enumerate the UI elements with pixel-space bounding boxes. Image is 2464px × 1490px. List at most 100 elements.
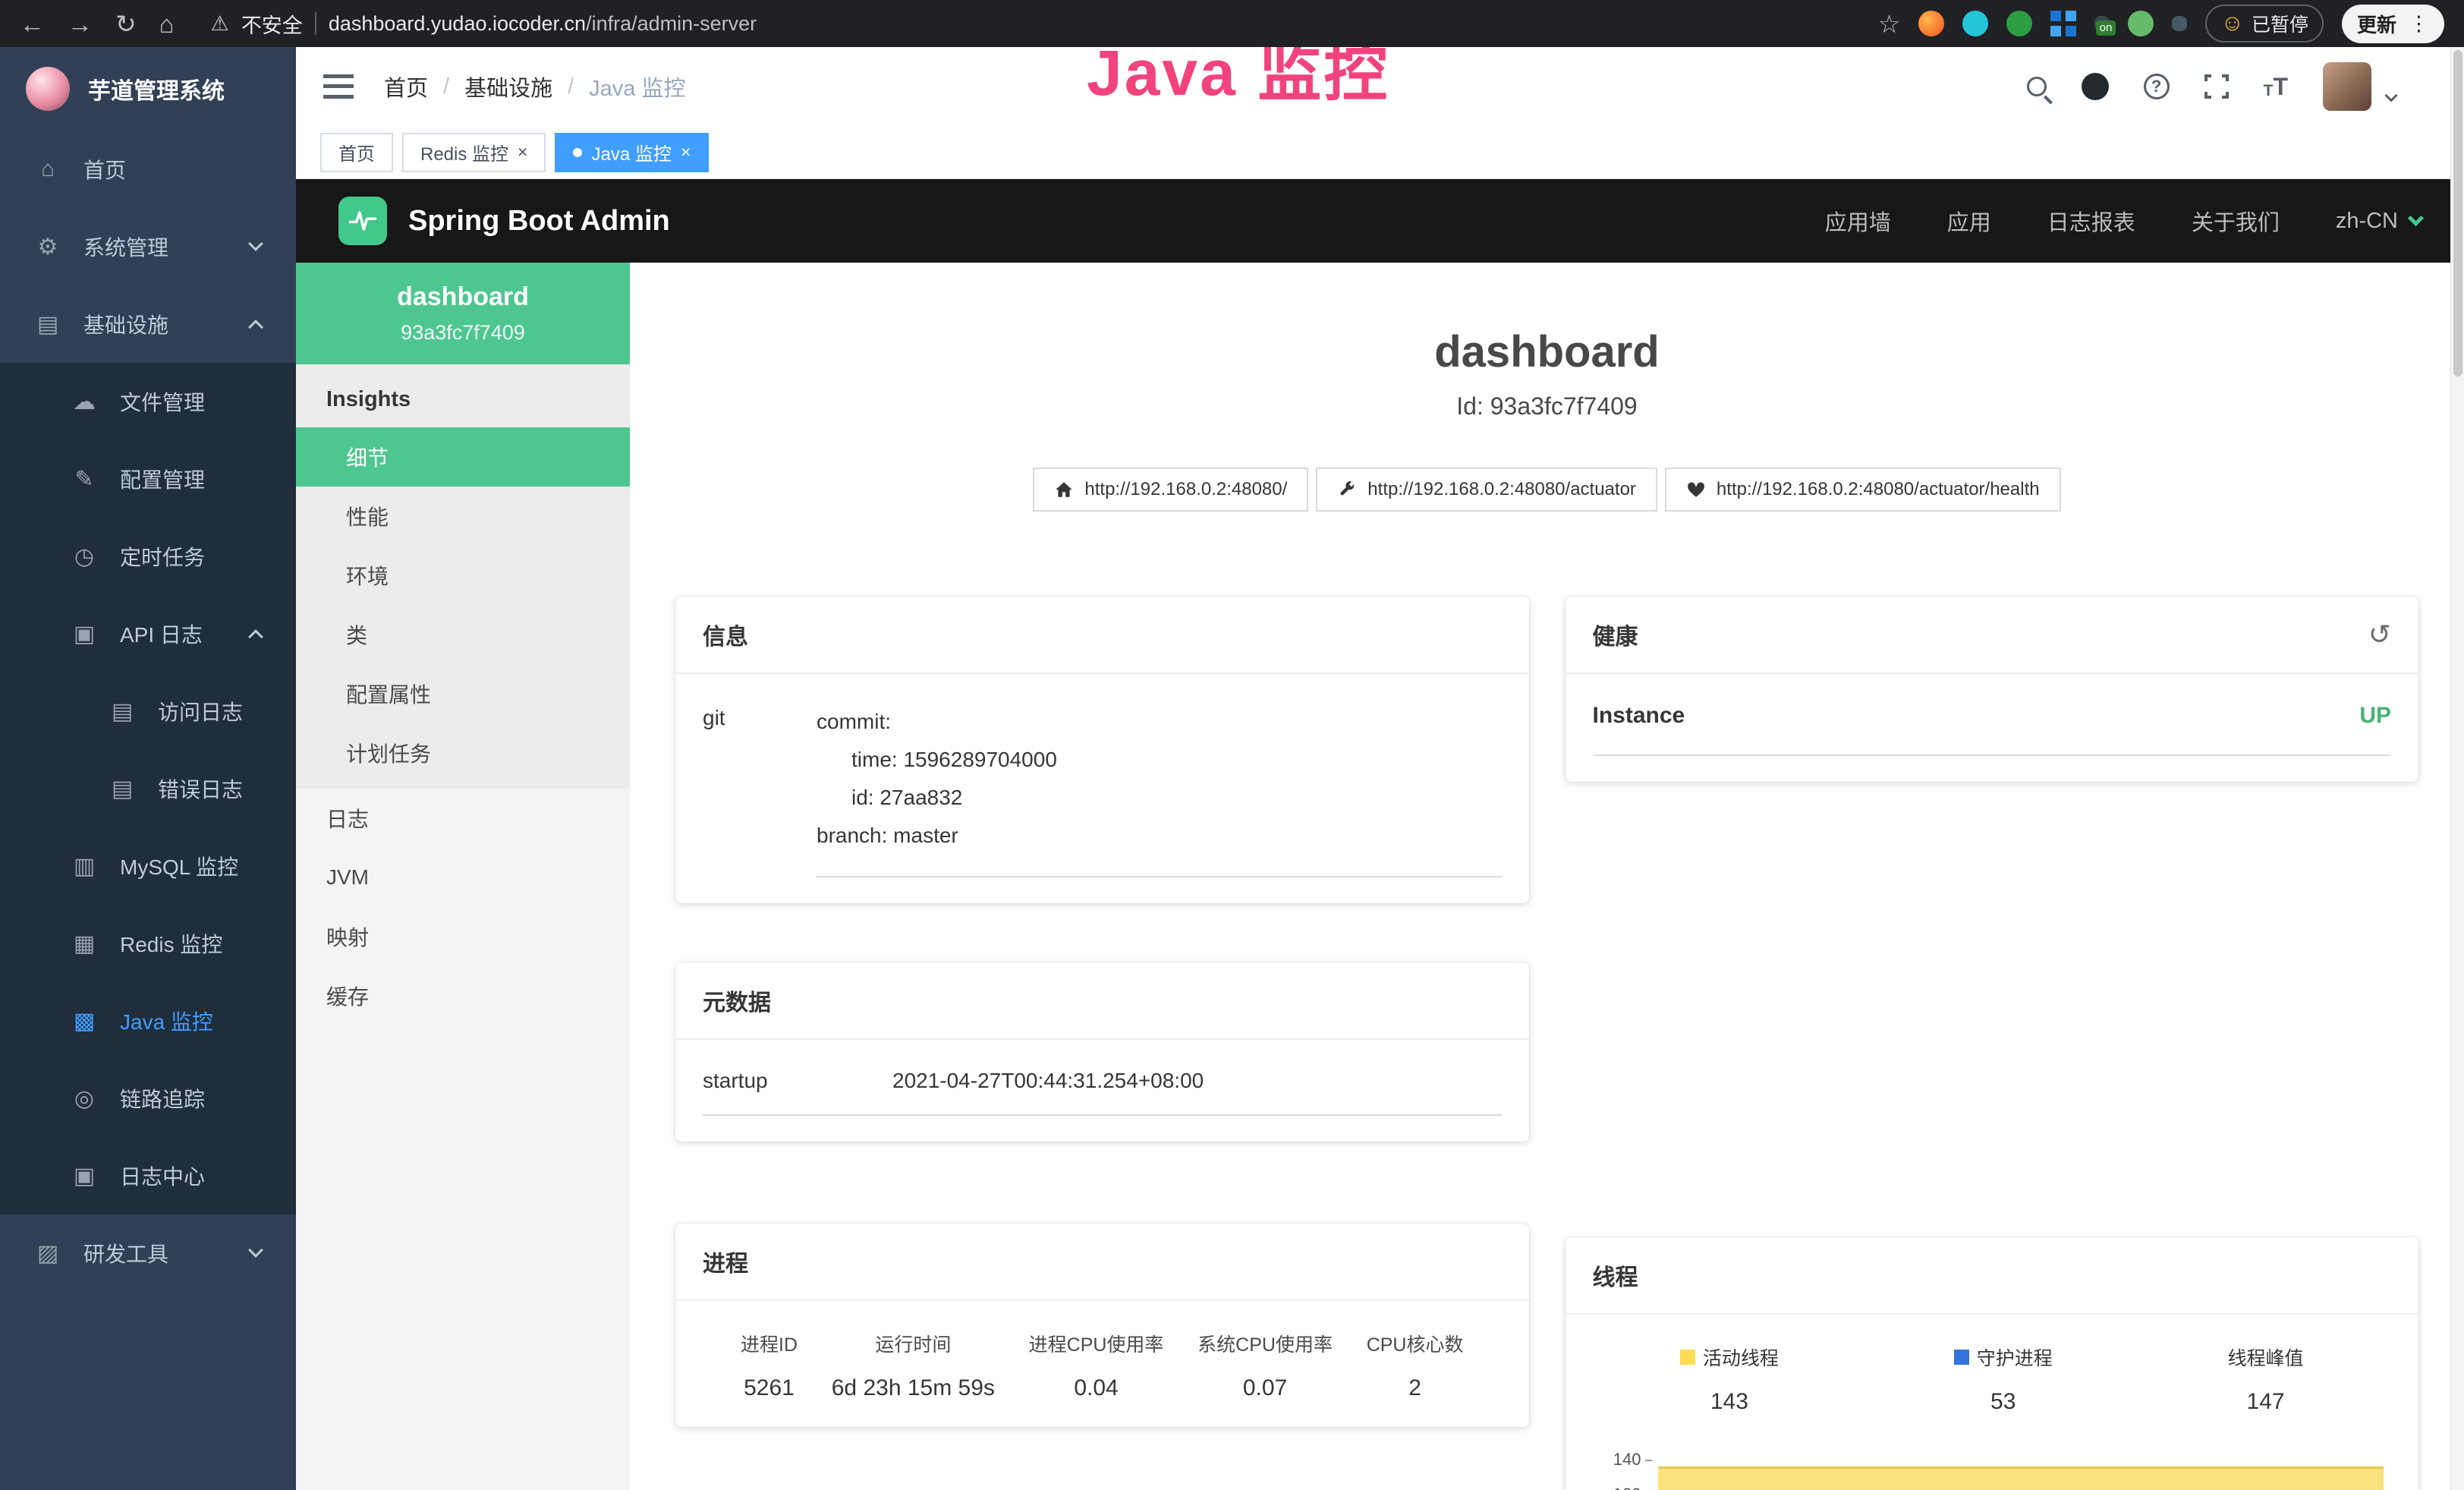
sba-nav-journal[interactable]: 日志报表 <box>2047 205 2135 237</box>
tab-redis-monitor[interactable]: Redis 监控 × <box>402 133 546 172</box>
tab-close-icon[interactable]: × <box>681 142 691 162</box>
sidebar-item-config-mgmt[interactable]: ✎ 配置管理 <box>0 440 296 518</box>
sba-nav-about[interactable]: 关于我们 <box>2192 205 2280 237</box>
extension-dark-on-icon[interactable]: on <box>2094 16 2110 31</box>
sidebar-item-home[interactable]: ⌂ 首页 <box>0 131 296 208</box>
tab-label: Java 监控 <box>591 139 671 165</box>
bookmark-star-icon[interactable]: ☆ <box>1878 11 1901 36</box>
sba-nav-wallboard[interactable]: 应用墙 <box>1825 205 1891 237</box>
error-log-icon: ▤ <box>108 776 137 802</box>
extension-puppet-icon[interactable] <box>2172 16 2187 31</box>
update-button[interactable]: 更新 ⋮ <box>2342 5 2444 43</box>
sidebar-item-mysql-monitor[interactable]: ▥ MySQL 监控 <box>0 827 296 905</box>
back-icon[interactable]: ← <box>20 11 45 36</box>
sidebar-item-label: 日志中心 <box>120 1161 205 1191</box>
sidebar-item-infrastructure[interactable]: ▤ 基础设施 <box>0 285 296 363</box>
app-logo[interactable]: 芋道管理系统 <box>0 47 296 131</box>
extension-grid-icon[interactable] <box>2050 11 2076 36</box>
health-link[interactable]: http://192.168.0.2:48080/actuator/health <box>1665 468 2061 512</box>
sidebar-item-log-center[interactable]: ▣ 日志中心 <box>0 1137 296 1214</box>
help-icon[interactable]: ? <box>2144 74 2170 99</box>
insights-group: Insights 细节 性能 环境 类 配置属性 计划任务 <box>296 364 630 789</box>
actuator-link[interactable]: http://192.168.0.2:48080/actuator <box>1316 468 1657 512</box>
tools-icon: ▨ <box>33 1240 62 1267</box>
sidebar-item-trace[interactable]: ◎ 链路追踪 <box>0 1060 296 1137</box>
instance-sidebar: dashboard 93a3fc7f7409 Insights 细节 性能 环境… <box>296 263 630 1490</box>
locale-selector[interactable]: zh-CN <box>2336 209 2422 234</box>
nav-item-caches[interactable]: 缓存 <box>296 966 630 1025</box>
nav-item-environment[interactable]: 环境 <box>296 546 630 605</box>
sidebar-item-dev-tools[interactable]: ▨ 研发工具 <box>0 1214 296 1292</box>
tags-view-bar: 首页 Redis 监控 × Java 监控 × <box>296 126 2464 179</box>
extension-drop-icon[interactable] <box>1962 11 1988 36</box>
metric-uptime: 运行时间 6d 23h 15m 59s <box>832 1330 995 1401</box>
tab-home[interactable]: 首页 <box>320 133 393 172</box>
nav-item-classes[interactable]: 类 <box>296 605 630 664</box>
extension-green-icon[interactable] <box>2006 11 2032 36</box>
avatar-dropdown-icon[interactable] <box>2385 90 2398 102</box>
info-card-body: git commit: time: 1596289704000 id: 27aa… <box>675 674 1529 903</box>
sidebar-item-system-mgmt[interactable]: ⚙ 系统管理 <box>0 208 296 285</box>
sidebar-item-access-logs[interactable]: ▤ 访问日志 <box>0 673 296 750</box>
fullscreen-icon[interactable] <box>2204 74 2229 99</box>
breadcrumb-current: Java 监控 <box>589 71 685 102</box>
infrastructure-submenu: ☁ 文件管理 ✎ 配置管理 ◷ 定时任务 ▣ API 日志 ▤ <box>0 363 296 1214</box>
nav-item-performance[interactable]: 性能 <box>296 487 630 546</box>
paused-badge[interactable]: ☺ 已暂停 <box>2205 5 2324 43</box>
instance-header[interactable]: dashboard 93a3fc7f7409 <box>296 263 630 364</box>
github-icon[interactable] <box>2082 73 2109 100</box>
legend-peak-threads: 线程峰值 147 <box>2228 1344 2304 1415</box>
sidebar-item-redis-monitor[interactable]: ▦ Redis 监控 <box>0 905 296 982</box>
extension-colorful-icon[interactable] <box>1918 11 1944 36</box>
forward-icon[interactable]: → <box>68 11 93 36</box>
log-center-icon: ▣ <box>70 1163 99 1189</box>
nav-item-mappings[interactable]: 映射 <box>296 907 630 966</box>
nav-item-jvm[interactable]: JVM <box>296 848 630 907</box>
scrollbar-thumb[interactable] <box>2453 50 2462 376</box>
user-avatar[interactable] <box>2323 62 2371 111</box>
security-warning-icon[interactable]: ⚠ <box>211 12 229 36</box>
address-bar[interactable]: ⚠ 不安全 dashboard.yudao.iocoder.cn/infra/a… <box>197 9 1855 39</box>
legend-label: 活动线程 <box>1703 1344 1779 1371</box>
browser-menu-icon[interactable]: ⋮ <box>2409 12 2429 36</box>
tab-close-icon[interactable]: × <box>518 142 527 162</box>
heart-icon <box>1686 480 1706 499</box>
info-line: branch: master <box>817 817 1502 855</box>
extension-leaf-icon[interactable] <box>2128 11 2154 36</box>
legend-label: 线程峰值 <box>2228 1344 2304 1371</box>
nav-item-details[interactable]: 细节 <box>296 427 630 487</box>
search-icon[interactable] <box>2027 77 2047 96</box>
browser-home-icon[interactable]: ⌂ <box>159 11 175 36</box>
sidebar-item-scheduled-jobs[interactable]: ◷ 定时任务 <box>0 518 296 595</box>
legend-value: 147 <box>2228 1389 2304 1415</box>
sba-brand-title[interactable]: Spring Boot Admin <box>408 205 670 238</box>
breadcrumb-home[interactable]: 首页 <box>384 71 428 102</box>
nav-item-config-props[interactable]: 配置属性 <box>296 664 630 723</box>
tab-label: 首页 <box>338 139 375 165</box>
sidebar-item-label: 研发工具 <box>83 1238 168 1268</box>
history-icon[interactable]: ↺ <box>2368 621 2391 648</box>
tab-java-monitor[interactable]: Java 监控 × <box>555 133 709 172</box>
locale-label: zh-CN <box>2336 209 2398 234</box>
sba-nav-applications[interactable]: 应用 <box>1947 205 1991 237</box>
nav-item-scheduled-tasks[interactable]: 计划任务 <box>296 723 630 783</box>
metric-value: 5261 <box>741 1375 798 1401</box>
instance-id-subtitle: Id: 93a3fc7f7409 <box>675 392 2418 421</box>
process-card: 进程 进程ID 5261 运行时间 6d 23h 15m 59 <box>675 1224 1529 1427</box>
breadcrumb-infrastructure[interactable]: 基础设施 <box>464 71 552 102</box>
spring-boot-admin-logo-icon[interactable] <box>338 197 387 245</box>
app-logo-avatar <box>26 67 70 111</box>
sidebar-item-label: 定时任务 <box>120 541 205 572</box>
instance-home-link[interactable]: http://192.168.0.2:48080/ <box>1033 468 1308 512</box>
sidebar-toggle-icon[interactable] <box>323 74 354 99</box>
font-size-icon[interactable]: TT <box>2264 74 2288 99</box>
sidebar-item-error-logs[interactable]: ▤ 错误日志 <box>0 750 296 827</box>
sidebar-item-file-mgmt[interactable]: ☁ 文件管理 <box>0 363 296 440</box>
sidebar-item-java-monitor[interactable]: ▩ Java 监控 <box>0 982 296 1060</box>
refresh-icon[interactable]: ↻ <box>115 11 137 36</box>
access-log-icon: ▤ <box>108 698 137 725</box>
chevron-up-icon <box>248 629 263 644</box>
sidebar-item-api-logs[interactable]: ▣ API 日志 <box>0 595 296 673</box>
nav-item-logs[interactable]: 日志 <box>296 789 630 848</box>
link-url: http://192.168.0.2:48080/ <box>1084 479 1287 500</box>
